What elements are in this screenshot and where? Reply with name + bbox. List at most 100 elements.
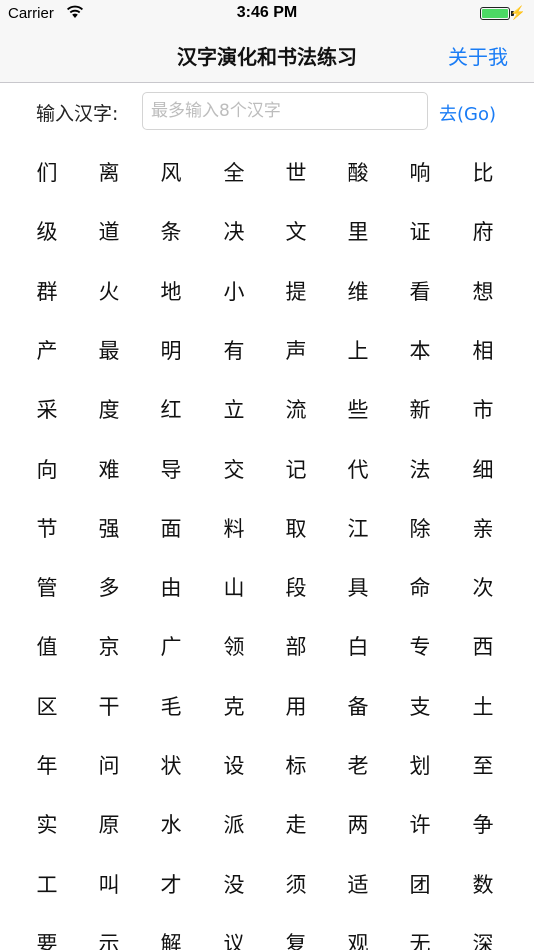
character-cell[interactable]: 干 — [89, 677, 129, 736]
character-cell[interactable]: 团 — [400, 855, 440, 914]
character-cell[interactable]: 代 — [338, 440, 378, 499]
character-cell[interactable]: 红 — [151, 380, 191, 439]
character-cell[interactable]: 数 — [463, 855, 503, 914]
character-cell[interactable]: 争 — [463, 795, 503, 854]
character-cell[interactable]: 强 — [89, 499, 129, 558]
character-cell[interactable]: 立 — [214, 380, 254, 439]
character-cell[interactable]: 记 — [276, 440, 316, 499]
character-cell[interactable]: 至 — [463, 736, 503, 795]
character-cell[interactable]: 原 — [89, 795, 129, 854]
character-cell[interactable]: 维 — [338, 262, 378, 321]
character-cell[interactable]: 适 — [338, 855, 378, 914]
character-cell[interactable]: 条 — [151, 202, 191, 261]
character-cell[interactable]: 响 — [400, 143, 440, 202]
character-cell[interactable]: 最 — [89, 321, 129, 380]
character-cell[interactable]: 酸 — [338, 143, 378, 202]
character-cell[interactable]: 解 — [151, 914, 191, 950]
character-input[interactable] — [142, 92, 428, 130]
character-cell[interactable]: 离 — [89, 143, 129, 202]
character-cell[interactable]: 全 — [214, 143, 254, 202]
character-cell[interactable]: 明 — [151, 321, 191, 380]
character-cell[interactable]: 本 — [400, 321, 440, 380]
character-cell[interactable]: 比 — [463, 143, 503, 202]
character-cell[interactable]: 划 — [400, 736, 440, 795]
character-cell[interactable]: 派 — [214, 795, 254, 854]
character-cell[interactable]: 里 — [338, 202, 378, 261]
character-cell[interactable]: 走 — [276, 795, 316, 854]
character-cell[interactable]: 示 — [89, 914, 129, 950]
about-button[interactable]: 关于我 — [448, 41, 508, 70]
character-cell[interactable]: 部 — [276, 617, 316, 676]
character-cell[interactable]: 市 — [463, 380, 503, 439]
character-cell[interactable]: 领 — [214, 617, 254, 676]
character-cell[interactable]: 值 — [27, 617, 67, 676]
character-cell[interactable]: 须 — [276, 855, 316, 914]
character-cell[interactable]: 毛 — [151, 677, 191, 736]
character-cell[interactable]: 交 — [214, 440, 254, 499]
character-cell[interactable]: 决 — [214, 202, 254, 261]
character-cell[interactable]: 段 — [276, 558, 316, 617]
character-cell[interactable]: 广 — [151, 617, 191, 676]
character-cell[interactable]: 级 — [27, 202, 67, 261]
character-cell[interactable]: 叫 — [89, 855, 129, 914]
character-cell[interactable]: 才 — [151, 855, 191, 914]
character-cell[interactable]: 难 — [89, 440, 129, 499]
character-cell[interactable]: 取 — [276, 499, 316, 558]
character-cell[interactable]: 料 — [214, 499, 254, 558]
character-cell[interactable]: 状 — [151, 736, 191, 795]
character-cell[interactable]: 白 — [338, 617, 378, 676]
character-cell[interactable]: 流 — [276, 380, 316, 439]
character-cell[interactable]: 提 — [276, 262, 316, 321]
character-cell[interactable]: 风 — [151, 143, 191, 202]
character-cell[interactable]: 克 — [214, 677, 254, 736]
character-cell[interactable]: 声 — [276, 321, 316, 380]
character-cell[interactable]: 支 — [400, 677, 440, 736]
character-cell[interactable]: 老 — [338, 736, 378, 795]
character-cell[interactable]: 向 — [27, 440, 67, 499]
character-cell[interactable]: 问 — [89, 736, 129, 795]
character-cell[interactable]: 无 — [400, 914, 440, 950]
character-cell[interactable]: 水 — [151, 795, 191, 854]
character-cell[interactable]: 两 — [338, 795, 378, 854]
character-cell[interactable]: 道 — [89, 202, 129, 261]
character-cell[interactable]: 有 — [214, 321, 254, 380]
character-cell[interactable]: 许 — [400, 795, 440, 854]
character-cell[interactable]: 标 — [276, 736, 316, 795]
character-cell[interactable]: 区 — [27, 677, 67, 736]
character-cell[interactable]: 导 — [151, 440, 191, 499]
character-cell[interactable]: 度 — [89, 380, 129, 439]
character-cell[interactable]: 产 — [27, 321, 67, 380]
character-cell[interactable]: 看 — [400, 262, 440, 321]
character-cell[interactable]: 江 — [338, 499, 378, 558]
character-cell[interactable]: 管 — [27, 558, 67, 617]
character-cell[interactable]: 文 — [276, 202, 316, 261]
character-cell[interactable]: 面 — [151, 499, 191, 558]
character-cell[interactable]: 细 — [463, 440, 503, 499]
character-cell[interactable]: 相 — [463, 321, 503, 380]
character-cell[interactable]: 观 — [338, 914, 378, 950]
character-cell[interactable]: 没 — [214, 855, 254, 914]
character-cell[interactable]: 法 — [400, 440, 440, 499]
character-cell[interactable]: 亲 — [463, 499, 503, 558]
character-cell[interactable]: 京 — [89, 617, 129, 676]
character-cell[interactable]: 年 — [27, 736, 67, 795]
character-cell[interactable]: 工 — [27, 855, 67, 914]
character-cell[interactable]: 新 — [400, 380, 440, 439]
character-cell[interactable]: 上 — [338, 321, 378, 380]
character-cell[interactable]: 世 — [276, 143, 316, 202]
character-cell[interactable]: 次 — [463, 558, 503, 617]
character-cell[interactable]: 想 — [463, 262, 503, 321]
character-cell[interactable]: 些 — [338, 380, 378, 439]
character-cell[interactable]: 实 — [27, 795, 67, 854]
character-cell[interactable]: 府 — [463, 202, 503, 261]
character-cell[interactable]: 深 — [463, 914, 503, 950]
character-cell[interactable]: 命 — [400, 558, 440, 617]
character-cell[interactable]: 复 — [276, 914, 316, 950]
character-cell[interactable]: 设 — [214, 736, 254, 795]
character-cell[interactable]: 火 — [89, 262, 129, 321]
character-cell[interactable]: 除 — [400, 499, 440, 558]
character-cell[interactable]: 山 — [214, 558, 254, 617]
character-cell[interactable]: 备 — [338, 677, 378, 736]
character-cell[interactable]: 西 — [463, 617, 503, 676]
character-cell[interactable]: 议 — [214, 914, 254, 950]
